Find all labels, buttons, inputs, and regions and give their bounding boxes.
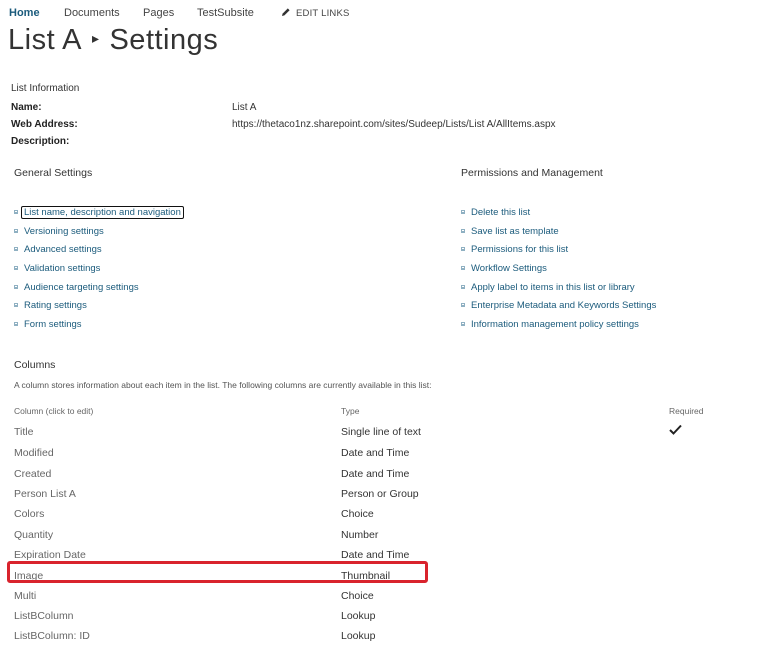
web-address-label: Web Address:: [11, 119, 78, 130]
column-name[interactable]: Modified: [14, 447, 54, 459]
list-item[interactable]: Permissions for this list: [461, 244, 656, 263]
web-address-value: https://thetaco1nz.sharepoint.com/sites/…: [232, 119, 556, 130]
table-row[interactable]: Quantity Number: [14, 529, 714, 549]
columns-description: A column stores information about each i…: [14, 380, 432, 390]
column-name[interactable]: Title: [14, 426, 33, 438]
bullet-icon: [461, 266, 465, 271]
pencil-icon: [282, 8, 290, 16]
table-row[interactable]: Person List A Person or Group: [14, 488, 714, 508]
bullet-icon: [14, 266, 18, 271]
list-item[interactable]: Versioning settings: [14, 226, 184, 245]
table-row[interactable]: ListBColumn Lookup: [14, 610, 714, 630]
nav-item-testsubsite[interactable]: TestSubsite: [197, 7, 254, 19]
image-row-highlight: [7, 561, 428, 583]
columns-header: Columns: [14, 359, 56, 371]
perm-link-info-policy[interactable]: Information management policy settings: [471, 319, 639, 330]
perm-link-apply-label[interactable]: Apply label to items in this list or lib…: [471, 282, 635, 293]
bullet-icon: [14, 247, 18, 252]
column-name[interactable]: Quantity: [14, 529, 53, 541]
column-type: Date and Time: [341, 447, 410, 459]
column-type: Choice: [341, 590, 374, 602]
edit-links-button[interactable]: EDIT LINKS: [281, 7, 350, 19]
column-type: Person or Group: [341, 488, 419, 500]
table-row[interactable]: Multi Choice: [14, 590, 714, 610]
name-value: List A: [232, 102, 257, 113]
column-name[interactable]: ListBColumn: ID: [14, 630, 90, 642]
perm-link-save-template[interactable]: Save list as template: [471, 226, 559, 237]
list-item[interactable]: Audience targeting settings: [14, 282, 184, 301]
column-name[interactable]: ListBColumn: [14, 610, 74, 622]
list-item[interactable]: Workflow Settings: [461, 263, 656, 282]
perm-link-permissions[interactable]: Permissions for this list: [471, 244, 568, 255]
general-link-advanced[interactable]: Advanced settings: [24, 244, 102, 255]
column-name[interactable]: Multi: [14, 590, 36, 602]
column-name[interactable]: Created: [14, 468, 51, 480]
edit-links-label: EDIT LINKS: [296, 8, 350, 19]
permissions-list: Delete this list Save list as template P…: [461, 207, 656, 338]
nav-item-home[interactable]: Home: [9, 7, 40, 19]
bullet-icon: [14, 303, 18, 308]
bullet-icon: [461, 322, 465, 327]
bullet-icon: [461, 284, 465, 289]
list-item[interactable]: Save list as template: [461, 226, 656, 245]
column-name[interactable]: Person List A: [14, 488, 76, 500]
general-link-form[interactable]: Form settings: [24, 319, 82, 330]
bullet-icon: [461, 303, 465, 308]
column-type: Number: [341, 529, 379, 541]
general-link-versioning[interactable]: Versioning settings: [24, 226, 104, 237]
list-item[interactable]: Enterprise Metadata and Keywords Setting…: [461, 300, 656, 319]
general-settings-list: List name, description and navigation Ve…: [14, 206, 184, 338]
description-label: Description:: [11, 136, 70, 147]
name-label: Name:: [11, 102, 42, 113]
column-header-type: Type: [341, 406, 360, 416]
breadcrumb-list-link[interactable]: List A: [8, 24, 82, 56]
general-link-audience[interactable]: Audience targeting settings: [24, 282, 139, 293]
page-title: List A ▸ Settings: [8, 24, 218, 57]
bullet-icon: [14, 210, 18, 214]
breadcrumb-current: Settings: [109, 24, 219, 56]
column-type: Date and Time: [341, 549, 410, 561]
table-row[interactable]: Modified Date and Time: [14, 447, 714, 467]
list-item[interactable]: Apply label to items in this list or lib…: [461, 282, 656, 301]
column-type: Choice: [341, 508, 374, 520]
breadcrumb-separator-icon: ▸: [91, 30, 100, 46]
table-row[interactable]: Colors Choice: [14, 508, 714, 528]
list-item[interactable]: Information management policy settings: [461, 319, 656, 338]
perm-link-delete[interactable]: Delete this list: [471, 207, 530, 218]
column-header-required: Required: [669, 406, 704, 416]
bullet-icon: [14, 284, 18, 289]
general-link-list-name[interactable]: List name, description and navigation: [21, 206, 184, 219]
list-item[interactable]: List name, description and navigation: [14, 206, 184, 226]
column-type: Date and Time: [341, 468, 410, 480]
bullet-icon: [461, 228, 465, 233]
list-item[interactable]: Rating settings: [14, 300, 184, 319]
general-link-validation[interactable]: Validation settings: [24, 263, 100, 274]
table-row[interactable]: ListBColumn: ID Lookup: [14, 630, 714, 650]
perm-link-workflow[interactable]: Workflow Settings: [471, 263, 547, 274]
column-header-name: Column (click to edit): [14, 406, 94, 416]
bullet-icon: [14, 322, 18, 327]
bullet-icon: [14, 228, 18, 233]
table-row[interactable]: Created Date and Time: [14, 468, 714, 488]
nav-item-documents[interactable]: Documents: [64, 7, 120, 19]
column-type: Lookup: [341, 630, 376, 642]
column-type: Single line of text: [341, 426, 421, 438]
bullet-icon: [461, 210, 465, 214]
permissions-header: Permissions and Management: [461, 167, 603, 179]
table-row[interactable]: Title Single line of text: [14, 426, 714, 446]
perm-link-metadata[interactable]: Enterprise Metadata and Keywords Setting…: [471, 300, 656, 311]
list-item[interactable]: Advanced settings: [14, 244, 184, 263]
list-item[interactable]: Form settings: [14, 319, 184, 338]
column-type: Lookup: [341, 610, 376, 622]
list-info-header: List Information: [11, 83, 80, 94]
column-name[interactable]: Expiration Date: [14, 549, 86, 561]
list-item[interactable]: Validation settings: [14, 263, 184, 282]
nav-item-pages[interactable]: Pages: [143, 7, 174, 19]
bullet-icon: [461, 247, 465, 252]
column-name[interactable]: Colors: [14, 508, 44, 520]
general-settings-header: General Settings: [14, 167, 93, 179]
general-link-rating[interactable]: Rating settings: [24, 300, 87, 311]
list-item[interactable]: Delete this list: [461, 207, 656, 226]
